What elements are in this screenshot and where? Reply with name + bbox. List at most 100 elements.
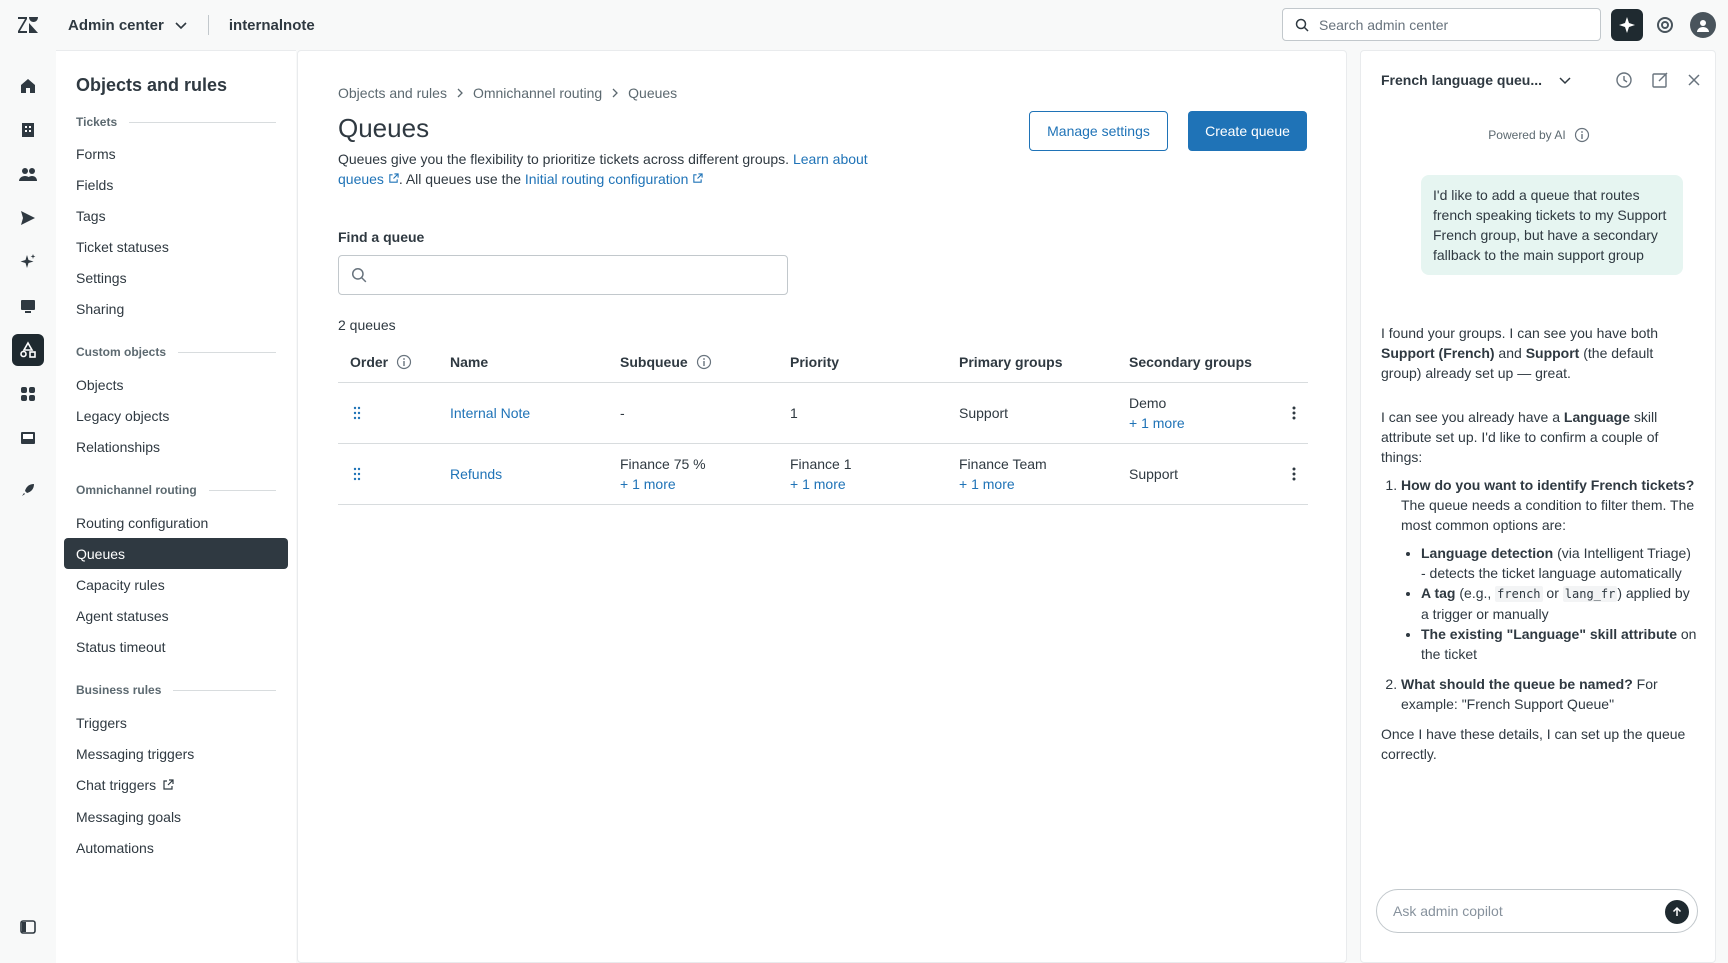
drag-handle[interactable] [338, 466, 450, 482]
page-title: Queues [338, 113, 430, 143]
initial-routing-configuration-link[interactable]: Initial routing configuration [525, 171, 703, 187]
col-label: Order [350, 353, 389, 370]
nav-item-automations[interactable]: Automations [64, 832, 288, 863]
col-priority: Priority [790, 353, 840, 370]
more-link[interactable]: + 1 more [1129, 414, 1279, 432]
nav-item-status-timeout[interactable]: Status timeout [64, 631, 288, 662]
desc-text: Queues give you the flexibility to prior… [338, 151, 793, 167]
nav-label: Chat triggers [76, 776, 157, 793]
answer-paragraph: I found your groups. I can see you have … [1381, 325, 1659, 381]
row-actions-button[interactable] [1279, 405, 1308, 421]
nav-item-triggers[interactable]: Triggers [64, 707, 288, 738]
nav-item-ticket-statuses[interactable]: Ticket statuses [64, 231, 288, 262]
list-item: What should the queue be named? For exam… [1401, 674, 1697, 714]
nav-item-relationships[interactable]: Relationships [64, 431, 288, 462]
rail-workspaces[interactable] [12, 290, 44, 322]
nav-section-tickets: Tickets [76, 115, 276, 129]
collapse-sidebar-button[interactable] [16, 915, 40, 939]
help-button[interactable] [1653, 13, 1677, 37]
arrow-up-icon [1672, 906, 1682, 916]
nav-item-queues[interactable]: Queues [64, 538, 288, 569]
nav-item-tags[interactable]: Tags [64, 200, 288, 231]
more-link[interactable]: + 1 more [620, 475, 706, 493]
rail-apps[interactable] [12, 378, 44, 410]
nav-item-messaging-triggers[interactable]: Messaging triggers [64, 738, 288, 769]
secondary-groups-cell: Demo + 1 more [1129, 394, 1279, 432]
breadcrumb-omnichannel[interactable]: Omnichannel routing [473, 85, 602, 101]
search-admin-input[interactable]: Search admin center [1282, 8, 1601, 41]
rail-integrations[interactable] [12, 422, 44, 454]
queue-name-link[interactable]: Internal Note [450, 405, 530, 421]
col-primary-groups: Primary groups [959, 353, 1063, 370]
close-icon[interactable] [1687, 73, 1701, 87]
info-icon[interactable] [396, 354, 412, 370]
sidebar-toggle-icon [20, 920, 36, 934]
list-item: The existing "Language" skill attribute … [1421, 624, 1697, 664]
powered-label: Powered by AI [1488, 128, 1566, 142]
create-queue-button[interactable]: Create queue [1188, 111, 1307, 151]
user-message: I'd like to add a queue that routes fren… [1421, 175, 1683, 275]
col-label: Subqueue [620, 353, 688, 370]
queue-name-link[interactable]: Refunds [450, 466, 502, 482]
rail-channels[interactable] [12, 202, 44, 234]
rail-getting-started[interactable] [12, 474, 44, 506]
new-chat-icon[interactable] [1651, 71, 1669, 89]
list-item: A tag (e.g., french or lang_fr) applied … [1421, 583, 1697, 624]
more-link[interactable]: + 1 more [959, 475, 1129, 493]
ask-copilot-input[interactable]: Ask admin copilot [1376, 889, 1698, 933]
subqueue-cell: Finance 75 % + 1 more [620, 455, 706, 493]
rail-people[interactable] [12, 158, 44, 190]
sparkle-icon [20, 254, 36, 268]
nav-item-fields[interactable]: Fields [64, 169, 288, 200]
rail-ai[interactable] [12, 246, 44, 278]
rail-home[interactable] [12, 70, 44, 102]
inbox-icon [21, 432, 35, 444]
history-icon[interactable] [1615, 71, 1633, 89]
account-name: internalnote [228, 16, 315, 34]
chevron-right-icon [457, 88, 463, 98]
section-label: Custom objects [76, 345, 167, 359]
send-button[interactable] [1665, 900, 1689, 924]
queue-count: 2 queues [338, 317, 396, 333]
nav-item-messaging-goals[interactable]: Messaging goals [64, 801, 288, 832]
row-actions-button[interactable] [1279, 466, 1308, 482]
nav-item-sharing[interactable]: Sharing [64, 293, 288, 324]
nav-label: Fields [76, 176, 114, 193]
apps-grid-icon [21, 387, 35, 401]
rail-account[interactable] [12, 114, 44, 146]
drag-handle[interactable] [338, 405, 450, 421]
nav-item-chat-triggers[interactable]: Chat triggers [64, 769, 288, 800]
primary-groups-cell: Finance Team + 1 more [959, 455, 1129, 493]
ai-copilot-button[interactable] [1611, 9, 1643, 41]
info-icon[interactable] [1574, 127, 1590, 143]
nav-label: Ticket statuses [76, 238, 169, 255]
nav-label: Status timeout [76, 638, 166, 655]
more-link[interactable]: + 1 more [790, 475, 959, 493]
info-icon[interactable] [696, 354, 712, 370]
product-switcher[interactable]: Admin center [68, 17, 188, 34]
subnav-title: Objects and rules [76, 75, 228, 95]
desc-text: . All queues use the [398, 171, 525, 187]
manage-settings-button[interactable]: Manage settings [1029, 111, 1168, 151]
nav-item-settings[interactable]: Settings [64, 262, 288, 293]
nav-item-agent-statuses[interactable]: Agent statuses [64, 600, 288, 631]
find-queue-input[interactable] [338, 255, 788, 295]
breadcrumb-objects-rules[interactable]: Objects and rules [338, 85, 447, 101]
zendesk-logo[interactable] [0, 0, 56, 50]
table-row: Refunds Finance 75 % + 1 more Finance 1 + … [338, 444, 1308, 505]
nav-label: Settings [76, 269, 127, 286]
user-avatar[interactable] [1690, 12, 1716, 38]
nav-item-routing-configuration[interactable]: Routing configuration [64, 507, 288, 538]
search-icon [351, 267, 367, 283]
rail-objects-rules[interactable] [12, 334, 44, 366]
section-divider [208, 489, 276, 491]
conversation-title[interactable]: French language queu... [1381, 72, 1542, 88]
nav-section-custom-objects: Custom objects [76, 345, 276, 359]
nav-item-forms[interactable]: Forms [64, 138, 288, 169]
people-icon [19, 168, 37, 181]
breadcrumb: Objects and rules Omnichannel routing Qu… [338, 85, 677, 101]
nav-item-capacity-rules[interactable]: Capacity rules [64, 569, 288, 600]
nav-item-objects[interactable]: Objects [64, 369, 288, 400]
chevron-down-icon[interactable] [1558, 73, 1572, 87]
nav-item-legacy-objects[interactable]: Legacy objects [64, 400, 288, 431]
